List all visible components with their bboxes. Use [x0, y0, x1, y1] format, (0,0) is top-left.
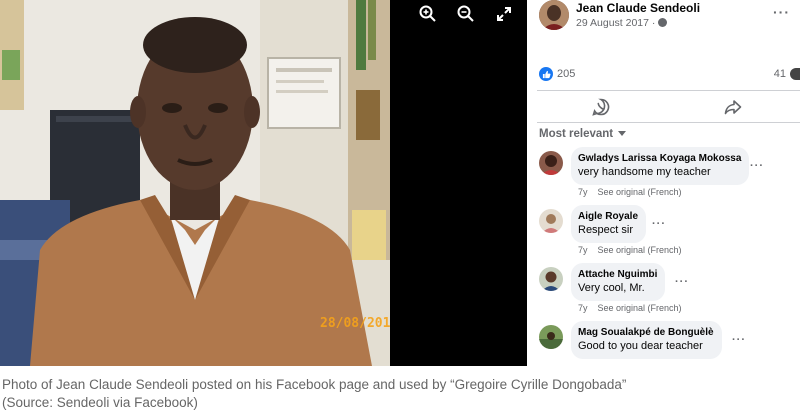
comment-age: 7y [578, 303, 588, 313]
comment-bubble: Aigle Royale Respect sir [571, 205, 647, 243]
reaction-summary[interactable]: 205 [539, 66, 575, 82]
comment-age: 7y [578, 187, 588, 197]
commenter-avatar[interactable] [539, 267, 563, 291]
comment-options-icon[interactable]: ··· [675, 276, 689, 288]
comment-bubble: Attache Nguimbi Very cool, Mr. [571, 263, 666, 301]
commenter-name[interactable]: Gwladys Larissa Koyaga Mokossa [578, 152, 741, 165]
see-original-link[interactable]: See original (French) [598, 187, 682, 197]
comment-sort-dropdown[interactable]: Most relevant [539, 128, 627, 140]
post-panel: Jean Claude Sendeoli 29 August 2017 · ··… [527, 0, 800, 366]
see-original-link[interactable]: See original (French) [598, 245, 682, 255]
zoom-in-icon[interactable] [418, 4, 438, 24]
caret-down-icon [618, 131, 627, 136]
divider [537, 90, 800, 91]
comment-options-icon[interactable]: ··· [732, 334, 746, 346]
caption-line-2: (Source: Sendeoli via Facebook) [2, 395, 198, 410]
comment-options-icon[interactable]: ··· [750, 160, 764, 172]
post-date-text[interactable]: 29 August 2017 · [576, 17, 655, 29]
commenter-avatar[interactable] [539, 325, 563, 349]
like-count: 205 [557, 68, 576, 80]
comment-text: very handsome my teacher [578, 166, 711, 178]
more-options-icon[interactable]: ··· [773, 4, 790, 20]
caption-line-1: Photo of Jean Claude Sendeoli posted on … [2, 377, 627, 392]
zoom-out-icon[interactable] [456, 4, 476, 24]
divider [537, 122, 800, 123]
comment-text: Respect sir [578, 224, 634, 236]
viewer-toolbar [406, 0, 527, 28]
see-original-link[interactable]: See original (French) [598, 303, 682, 313]
whatsapp-icon[interactable] [591, 97, 611, 117]
comment-bubble: Gwladys Larissa Koyaga Mokossa very hand… [571, 147, 750, 185]
globe-icon [658, 18, 668, 27]
comment-item: Attache Nguimbi Very cool, Mr. ··· 7y See… [527, 263, 800, 325]
comment-meta: 7y See original (French) [578, 245, 692, 255]
comment-bubble: Mag Soualakpé de Bonguèlè Good to you de… [571, 321, 722, 359]
comment-text: Good to you dear teacher [578, 340, 703, 352]
author-avatar[interactable] [539, 0, 569, 30]
commenter-avatar[interactable] [539, 151, 563, 175]
comment-item: Gwladys Larissa Koyaga Mokossa very hand… [527, 147, 800, 209]
photo-caption: Photo of Jean Claude Sendeoli posted on … [2, 376, 798, 412]
photo-viewer: 28/08/2017 [0, 0, 527, 366]
author-name[interactable]: Jean Claude Sendeoli [576, 1, 700, 15]
comment-count[interactable]: 41 [774, 68, 786, 80]
photo-timestamp: 28/08/2017 [320, 316, 390, 331]
portrait-illustration [0, 0, 390, 366]
commenter-name[interactable]: Attache Nguimbi [578, 268, 657, 281]
sort-label: Most relevant [539, 128, 614, 140]
comment-bubble-icon [790, 68, 800, 80]
comment-options-icon[interactable]: ··· [652, 218, 666, 230]
comment-age: 7y [578, 245, 588, 255]
commenter-avatar[interactable] [539, 209, 563, 233]
comment-meta: 7y See original (French) [578, 303, 692, 313]
commenter-name[interactable]: Mag Soualakpé de Bonguèlè [578, 326, 714, 339]
post-date: 29 August 2017 · [576, 17, 668, 29]
like-icon [539, 67, 553, 81]
comment-item: Mag Soualakpé de Bonguèlè Good to you de… [527, 321, 800, 366]
action-bar [527, 93, 800, 121]
share-icon[interactable] [723, 97, 743, 117]
comment-meta: 7y See original (French) [578, 187, 692, 197]
portrait-photo[interactable]: 28/08/2017 [0, 0, 390, 366]
comment-text: Very cool, Mr. [578, 282, 645, 294]
commenter-name[interactable]: Aigle Royale [578, 210, 638, 223]
comment-item: Aigle Royale Respect sir ··· 7y See origi… [527, 205, 800, 267]
fullscreen-icon[interactable] [494, 4, 514, 24]
